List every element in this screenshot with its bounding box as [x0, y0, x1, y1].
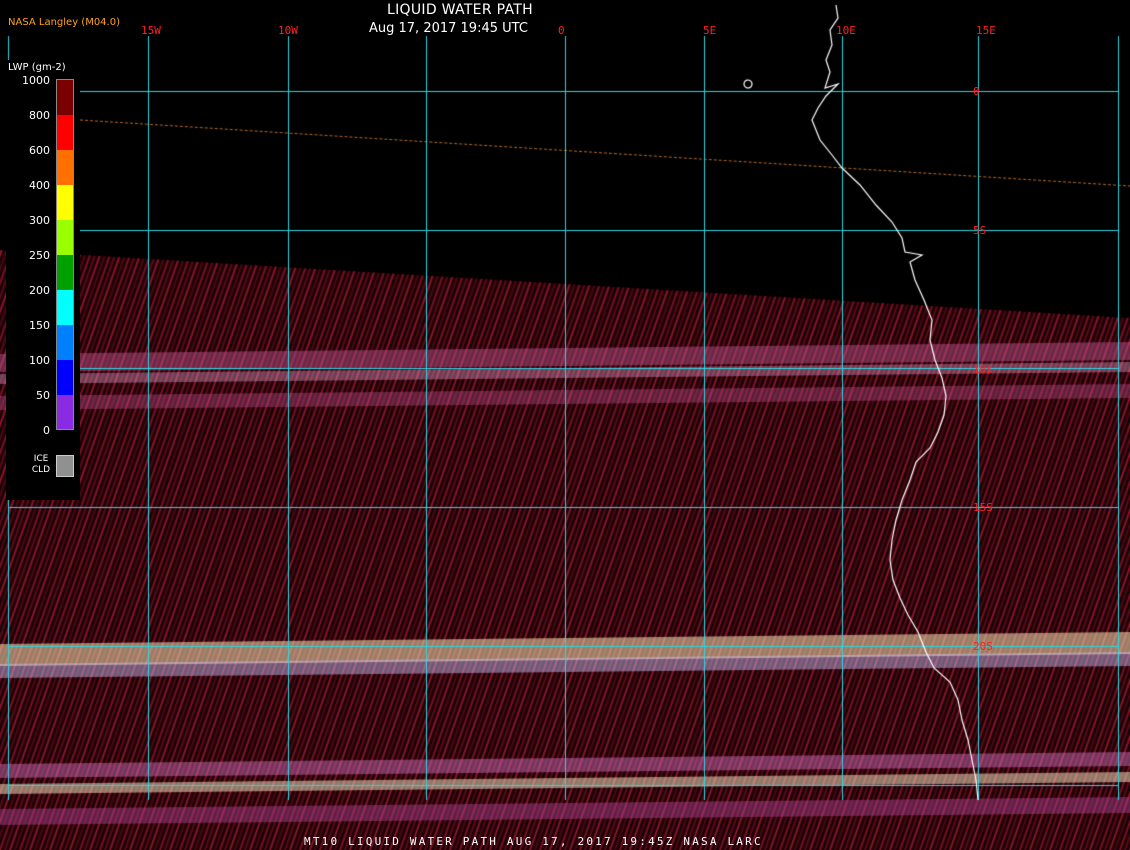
- lon-label-10e: 10E: [836, 24, 856, 37]
- lon-label-15e: 15E: [976, 24, 996, 37]
- lon-label-5e: 5E: [703, 24, 717, 37]
- lat-label-0: 0: [973, 85, 980, 98]
- legend-tick-100: 100: [29, 354, 50, 367]
- lat-label-20s: 20S: [973, 640, 993, 653]
- timestamp-label: Aug 17, 2017 19:45 UTC: [369, 21, 528, 36]
- lat-label-15s: 15S: [973, 501, 993, 514]
- product-title: LIQUID WATER PATH: [387, 2, 533, 18]
- legend-tick-300: 300: [29, 214, 50, 227]
- satellite-map-canvas: [0, 0, 1130, 850]
- legend-tick-400: 400: [29, 179, 50, 192]
- legend-title: LWP (gm-2): [8, 62, 66, 73]
- legend-tick-200: 200: [29, 284, 50, 297]
- legend-tick-600: 600: [29, 144, 50, 157]
- lon-label-0: 0: [558, 24, 565, 37]
- footer-caption: MT10 LIQUID WATER PATH AUG 17, 2017 19:4…: [304, 835, 763, 848]
- lat-label-10s: 10S: [973, 363, 993, 376]
- legend-tick-250: 250: [29, 249, 50, 262]
- legend-bar-frame: [56, 79, 74, 430]
- legend-tick-800: 800: [29, 109, 50, 122]
- legend-tick-150: 150: [29, 319, 50, 332]
- ice-cloud-swatch: [56, 455, 74, 477]
- legend-tick-1000: 1000: [22, 74, 50, 87]
- lon-label-15w: 15W: [141, 24, 161, 37]
- ice-cloud-label: ICE CLD: [31, 454, 51, 475]
- lon-label-10w: 10W: [278, 24, 298, 37]
- legend-tick-0: 0: [43, 424, 50, 437]
- lat-label-5s: 5S: [973, 224, 987, 237]
- legend-tick-50: 50: [36, 389, 50, 402]
- agency-label: NASA Langley (M04.0): [8, 17, 120, 28]
